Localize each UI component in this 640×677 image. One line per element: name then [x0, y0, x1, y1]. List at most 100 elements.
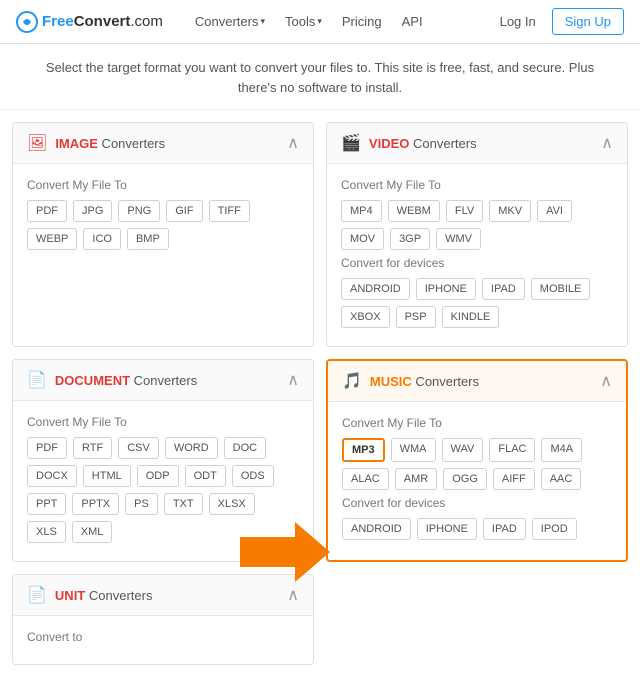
music-icon: 🎵 [342, 371, 362, 391]
tag-mp3[interactable]: MP3 [342, 438, 385, 462]
document-icon: 📄 [27, 370, 47, 390]
chevron-down-icon: ▾ [260, 16, 265, 27]
tag-mov[interactable]: MOV [341, 228, 384, 250]
image-section-label: Convert My File To [27, 178, 299, 192]
tag-alac[interactable]: ALAC [342, 468, 389, 490]
tag-ods[interactable]: ODS [232, 465, 274, 487]
tag-doc[interactable]: DOC [224, 437, 266, 459]
unit-card: 📄 UNIT Converters ∧ Convert to [12, 574, 314, 665]
music-card-body: Convert My File To MP3 WMA WAV FLAC M4A … [328, 402, 626, 558]
tag-tiff[interactable]: TIFF [209, 200, 250, 222]
image-card-title: IMAGE Converters [55, 136, 165, 151]
music-devices: ANDROID IPHONE IPAD IPOD [342, 518, 612, 540]
nav-api[interactable]: API [394, 10, 431, 33]
image-card-body: Convert My File To PDF JPG PNG GIF TIFF … [13, 164, 313, 268]
nav-actions: Log In Sign Up [492, 8, 624, 35]
document-card-body: Convert My File To PDF RTF CSV WORD DOC … [13, 401, 313, 561]
tag-kindle[interactable]: KINDLE [442, 306, 500, 328]
video-section-label: Convert My File To [341, 178, 613, 192]
tag-android[interactable]: ANDROID [341, 278, 410, 300]
tag-docx[interactable]: DOCX [27, 465, 77, 487]
nav-converters[interactable]: Converters ▾ [187, 10, 273, 33]
music-devices-label: Convert for devices [342, 496, 612, 510]
image-icon: 🖼 [27, 133, 47, 153]
tag-3gp[interactable]: 3GP [390, 228, 430, 250]
tag-rtf[interactable]: RTF [73, 437, 112, 459]
collapse-icon[interactable]: ∧ [600, 371, 612, 391]
tag-odp[interactable]: ODP [137, 465, 179, 487]
tag-gif[interactable]: GIF [166, 200, 202, 222]
video-devices-label: Convert for devices [341, 256, 613, 270]
tag-webm[interactable]: WEBM [388, 200, 440, 222]
tag-xbox[interactable]: XBOX [341, 306, 390, 328]
navbar: FreeConvert.com Converters ▾ Tools ▾ Pri… [0, 0, 640, 44]
converters-grid: 🖼 IMAGE Converters ∧ Convert My File To … [0, 110, 640, 574]
tag-mkv[interactable]: MKV [489, 200, 531, 222]
tag-jpg[interactable]: JPG [73, 200, 112, 222]
tag-iphone[interactable]: IPHONE [416, 278, 476, 300]
chevron-down-icon: ▾ [317, 16, 322, 27]
tag-webp[interactable]: WEBP [27, 228, 77, 250]
video-icon: 🎬 [341, 133, 361, 153]
tag-xml[interactable]: XML [72, 521, 113, 543]
video-card-title: VIDEO Converters [369, 136, 477, 151]
tag-csv[interactable]: CSV [118, 437, 159, 459]
tag-ppt[interactable]: PPT [27, 493, 66, 515]
document-formats: PDF RTF CSV WORD DOC DOCX HTML ODP ODT O… [27, 437, 299, 543]
unit-card-title: UNIT Converters [55, 588, 153, 603]
collapse-icon[interactable]: ∧ [601, 133, 613, 153]
tag-odt[interactable]: ODT [185, 465, 226, 487]
unit-icon: 📄 [27, 585, 47, 605]
tag-html[interactable]: HTML [83, 465, 131, 487]
tag-ico[interactable]: ICO [83, 228, 121, 250]
tag-wmv[interactable]: WMV [436, 228, 481, 250]
tag-amr[interactable]: AMR [395, 468, 437, 490]
image-card-header: 🖼 IMAGE Converters ∧ [13, 123, 313, 164]
tag-iphone[interactable]: IPHONE [417, 518, 477, 540]
video-card-body: Convert My File To MP4 WEBM FLV MKV AVI … [327, 164, 627, 346]
tag-wma[interactable]: WMA [391, 438, 436, 462]
logo-text: FreeConvert.com [42, 13, 163, 30]
collapse-icon[interactable]: ∧ [287, 585, 299, 605]
collapse-icon[interactable]: ∧ [287, 133, 299, 153]
tag-wav[interactable]: WAV [442, 438, 484, 462]
image-card: 🖼 IMAGE Converters ∧ Convert My File To … [12, 122, 314, 347]
video-card-header: 🎬 VIDEO Converters ∧ [327, 123, 627, 164]
tag-mp4[interactable]: MP4 [341, 200, 382, 222]
unit-section-label: Convert to [27, 630, 299, 644]
tag-bmp[interactable]: BMP [127, 228, 169, 250]
tag-txt[interactable]: TXT [164, 493, 203, 515]
tag-aiff[interactable]: AIFF [493, 468, 535, 490]
tag-avi[interactable]: AVI [537, 200, 572, 222]
music-card-title: MUSIC Converters [370, 374, 479, 389]
signup-button[interactable]: Sign Up [552, 8, 624, 35]
tag-xls[interactable]: XLS [27, 521, 66, 543]
tag-png[interactable]: PNG [118, 200, 160, 222]
tag-ipod[interactable]: IPOD [532, 518, 577, 540]
tag-ogg[interactable]: OGG [443, 468, 487, 490]
tag-flv[interactable]: FLV [446, 200, 483, 222]
video-formats: MP4 WEBM FLV MKV AVI MOV 3GP WMV [341, 200, 613, 250]
tag-mobile[interactable]: MOBILE [531, 278, 591, 300]
tag-pdf[interactable]: PDF [27, 437, 67, 459]
tag-xlsx[interactable]: XLSX [209, 493, 255, 515]
video-card: 🎬 VIDEO Converters ∧ Convert My File To … [326, 122, 628, 347]
converters-section: 🖼 IMAGE Converters ∧ Convert My File To … [0, 110, 640, 677]
tag-pptx[interactable]: PPTX [72, 493, 119, 515]
nav-pricing[interactable]: Pricing [334, 10, 390, 33]
tag-flac[interactable]: FLAC [489, 438, 535, 462]
tag-ipad[interactable]: IPAD [483, 518, 526, 540]
login-button[interactable]: Log In [492, 10, 544, 33]
collapse-icon[interactable]: ∧ [287, 370, 299, 390]
tag-android[interactable]: ANDROID [342, 518, 411, 540]
tag-m4a[interactable]: M4A [541, 438, 582, 462]
tag-word[interactable]: WORD [165, 437, 218, 459]
tag-aac[interactable]: AAC [541, 468, 582, 490]
unit-card-header: 📄 UNIT Converters ∧ [13, 575, 313, 616]
tag-ipad[interactable]: IPAD [482, 278, 525, 300]
tag-psp[interactable]: PSP [396, 306, 436, 328]
tag-ps[interactable]: PS [125, 493, 158, 515]
nav-tools[interactable]: Tools ▾ [277, 10, 330, 33]
tag-pdf[interactable]: PDF [27, 200, 67, 222]
logo[interactable]: FreeConvert.com [16, 11, 163, 33]
